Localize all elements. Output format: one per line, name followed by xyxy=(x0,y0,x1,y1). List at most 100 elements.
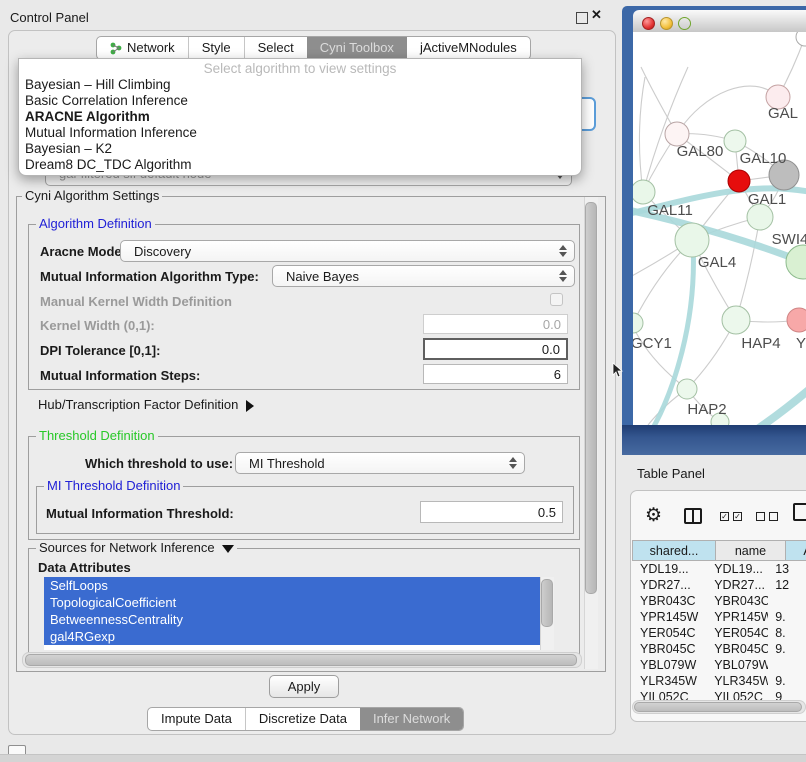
tab-infer-network[interactable]: Infer Network xyxy=(360,708,463,730)
attribute-item-selfloops[interactable]: SelfLoops xyxy=(44,577,540,594)
table-cell: 9. xyxy=(768,673,804,689)
network-window-titlebar[interactable] xyxy=(633,10,806,33)
table-cell xyxy=(768,593,804,609)
table-cell: YBR045C xyxy=(632,641,706,657)
tab-cyni-toolbox[interactable]: Cyni Toolbox xyxy=(307,37,407,59)
column-header-name[interactable]: name xyxy=(716,540,786,561)
minimize-window-icon[interactable] xyxy=(660,17,673,30)
settings-hscrollbar-thumb[interactable] xyxy=(25,654,577,666)
table-cell: YLR345W xyxy=(706,673,768,689)
tab-style[interactable]: Style xyxy=(188,37,244,59)
sources-title[interactable]: Sources for Network Inference xyxy=(36,541,237,555)
attribute-item-topologicalcoefficient[interactable]: TopologicalCoefficient xyxy=(44,594,540,611)
algorithm-item-basic-correlation-inference[interactable]: Basic Correlation Inference xyxy=(19,93,581,109)
algorithm-item-dream8-dc-tdc-algorithm[interactable]: Dream8 DC_TDC Algorithm xyxy=(19,157,581,173)
network-edge[interactable] xyxy=(736,217,760,320)
algorithm-item-bayesian-k2[interactable]: Bayesian – K2 xyxy=(19,141,581,157)
node-label: GAL xyxy=(768,105,798,122)
table-hscrollbar-thumb[interactable] xyxy=(634,702,802,712)
data-attributes-label: Data Attributes xyxy=(38,560,131,575)
node-label: GCY1 xyxy=(633,335,672,352)
table-cell xyxy=(768,657,804,673)
unchecked-columns-icon[interactable] xyxy=(756,512,778,521)
checked-columns-icon[interactable]: ✓✓ xyxy=(720,512,742,521)
attribute-item-gal4rgexp[interactable]: gal4RGexp xyxy=(44,628,540,645)
network-node[interactable] xyxy=(722,306,750,334)
sources-title-text: Sources for Network Inference xyxy=(39,540,215,555)
network-node[interactable] xyxy=(633,180,655,204)
mi-threshold-field[interactable]: 0.5 xyxy=(420,501,563,523)
table-cell: YIL052C xyxy=(632,689,706,700)
network-node[interactable] xyxy=(787,308,806,332)
table-cell: YPR145W xyxy=(632,609,706,625)
column-header-clipped[interactable]: A xyxy=(786,540,806,561)
table-row[interactable]: YLR345WYLR345W9. xyxy=(632,673,804,689)
zoom-window-icon[interactable] xyxy=(678,17,691,30)
algorithm-item-bayesian-hill-climbing[interactable]: Bayesian – Hill Climbing xyxy=(19,77,581,93)
network-edge[interactable] xyxy=(639,77,645,192)
table-row[interactable]: YDL19...YDL19...13 xyxy=(632,561,804,577)
dpi-tolerance-field[interactable]: 0.0 xyxy=(423,338,568,360)
hub-section-toggle[interactable]: Hub/Transcription Factor Definition xyxy=(38,397,254,412)
network-node[interactable] xyxy=(728,170,750,192)
gear-icon[interactable]: ⚙ xyxy=(645,504,662,527)
table-row[interactable]: YBL079WYBL079W xyxy=(632,657,804,673)
float-panel-icon[interactable] xyxy=(576,12,588,24)
tab-jactivemnodules[interactable]: jActiveMNodules xyxy=(407,37,530,59)
network-edge-highlighted[interactable] xyxy=(759,388,806,425)
table-row[interactable]: YIL052CYIL052C9 xyxy=(632,689,804,700)
attribute-item-betweennesscentrality[interactable]: BetweennessCentrality xyxy=(44,611,540,628)
document-icon[interactable] xyxy=(793,503,806,521)
settings-vscrollbar-thumb[interactable] xyxy=(585,202,597,594)
aracne-mode-label: Aracne Mode: xyxy=(40,244,126,259)
table-cell: YBR045C xyxy=(706,641,768,657)
mouse-cursor xyxy=(612,362,624,378)
table-row[interactable]: YBR043CYBR043C xyxy=(632,593,804,609)
node-label: HAP2 xyxy=(687,401,726,418)
tab-discretize-data[interactable]: Discretize Data xyxy=(245,708,360,730)
table-row[interactable]: YDR27...YDR27...12 xyxy=(632,577,804,593)
kernel-width-field[interactable]: 0.0 xyxy=(423,314,568,334)
network-node[interactable] xyxy=(786,245,806,279)
table-panel-title: Table Panel xyxy=(637,466,705,481)
data-attributes-list[interactable]: SelfLoopsTopologicalCoefficientBetweenne… xyxy=(44,577,540,650)
table-row[interactable]: YPR145WYPR145W9. xyxy=(632,609,804,625)
close-window-icon[interactable] xyxy=(642,17,655,30)
table-row[interactable]: YBR045CYBR045C9. xyxy=(632,641,804,657)
split-view-icon[interactable] xyxy=(684,508,702,524)
network-edge[interactable] xyxy=(677,86,778,134)
which-threshold-combo[interactable]: MI Threshold xyxy=(235,452,525,474)
spinner-arrows-icon xyxy=(509,457,517,469)
network-node[interactable] xyxy=(677,379,697,399)
mi-steps-field[interactable]: 6 xyxy=(423,364,568,384)
aracne-mode-combo[interactable]: Discovery xyxy=(120,240,575,262)
list-vscrollbar-thumb[interactable] xyxy=(541,579,553,627)
aracne-mode-value: Discovery xyxy=(134,244,191,259)
table-row[interactable]: YER054CYER054C8. xyxy=(632,625,804,641)
network-node[interactable] xyxy=(633,313,643,333)
kernel-width-label: Kernel Width (0,1): xyxy=(40,318,155,333)
bottom-tabbar: Impute DataDiscretize DataInfer Network xyxy=(147,707,464,731)
tab-impute-data[interactable]: Impute Data xyxy=(148,708,245,730)
network-canvas[interactable]: GALGAL80GAL10GAL1SWI4GAL11GAL4GCY1HAP4YH… xyxy=(633,32,806,425)
bottom-strip xyxy=(0,754,806,762)
algorithm-item-aracne-algorithm[interactable]: ARACNE Algorithm xyxy=(19,109,581,125)
manual-kernel-checkbox[interactable] xyxy=(550,293,563,306)
column-header-shared-name[interactable]: shared... xyxy=(632,540,716,561)
close-panel-icon[interactable]: ✕ xyxy=(591,7,602,23)
table-cell: YDR27... xyxy=(706,577,768,593)
apply-button[interactable]: Apply xyxy=(269,675,339,698)
manual-kernel-label: Manual Kernel Width Definition xyxy=(40,294,232,309)
network-node[interactable] xyxy=(675,223,709,257)
network-node[interactable] xyxy=(724,130,746,152)
tab-select[interactable]: Select xyxy=(244,37,307,59)
table-cell: 9. xyxy=(768,609,804,625)
spinner-arrows-icon xyxy=(559,270,567,282)
network-node[interactable] xyxy=(796,32,806,46)
table-cell: 9 xyxy=(768,689,804,700)
network-icon xyxy=(110,42,122,55)
tab-network[interactable]: Network xyxy=(97,37,188,59)
mi-type-combo[interactable]: Naive Bayes xyxy=(272,265,575,287)
dpi-tolerance-label: DPI Tolerance [0,1]: xyxy=(40,343,160,358)
algorithm-item-mutual-information-inference[interactable]: Mutual Information Inference xyxy=(19,125,581,141)
